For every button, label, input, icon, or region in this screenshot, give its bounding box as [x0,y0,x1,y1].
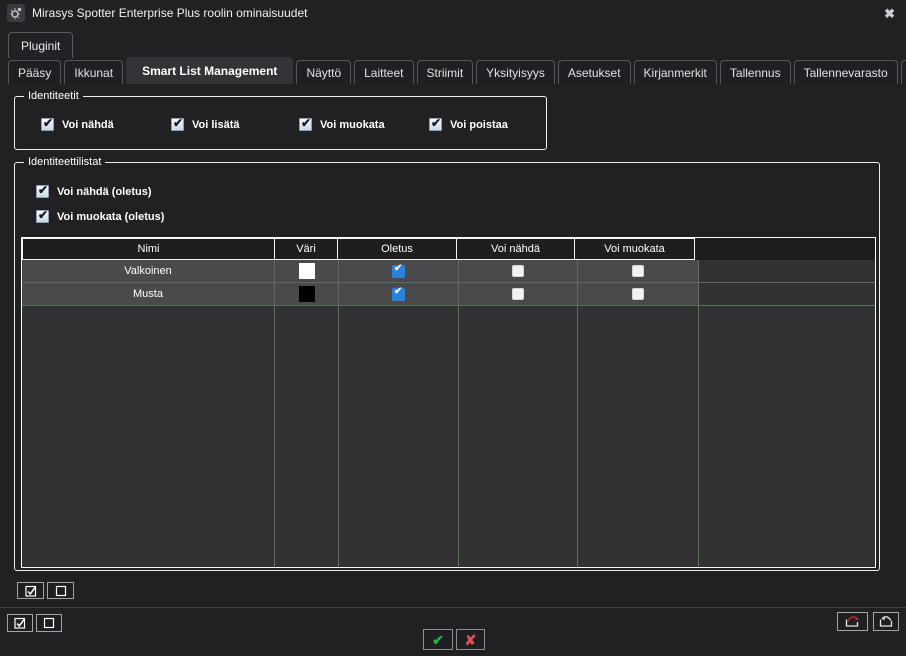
title-bar: Mirasys Spotter Enterprise Plus roolin o… [0,0,906,26]
default-cell: ✔ [339,283,459,305]
color-cell [275,260,339,282]
checkbox-voi-muokata-oletus[interactable]: ✔ Voi muokata (oletus) [36,210,164,223]
tab-smart-list-management[interactable]: Smart List Management [126,57,293,84]
undo-arrow-box-icon [878,615,894,628]
tab-tallennevarasto[interactable]: Tallennevarasto [794,60,898,84]
undo-button[interactable] [873,612,899,631]
checked-checkbox-icon: ✔ [429,118,442,131]
tab-pluginit-label: Pluginit [21,39,60,53]
name-cell: Musta [22,283,275,305]
checkbox-voi-muokata[interactable]: ✔ Voi muokata [299,118,385,131]
ok-button[interactable]: ✔ [423,629,453,650]
checked-checkbox-icon: ✔ [299,118,312,131]
table-clear-all-button[interactable] [47,582,74,599]
can-edit-checkbox-unchecked[interactable] [632,265,644,277]
checkbox-voi-poistaa[interactable]: ✔ Voi poistaa [429,118,508,131]
table-select-all-button[interactable] [17,582,44,599]
can-see-cell [459,283,578,305]
table-row-valkoinen[interactable]: Valkoinen ✔ [22,260,875,283]
column-header-nimi: Nimi [22,238,275,260]
can-edit-cell [578,283,699,305]
default-checkbox-checked[interactable]: ✔ [392,288,405,301]
tab-tallennus[interactable]: Tallennus [720,60,791,84]
row-filler [699,260,875,282]
identity-list-table: Nimi Väri Oletus Voi nähdä Voi muokata V… [21,237,876,568]
empty-box-icon [43,617,55,629]
page-clear-all-button[interactable] [36,614,62,632]
tab-ikkunat[interactable]: Ikkunat [64,60,123,84]
column-header-voi-muokata: Voi muokata [574,238,695,260]
can-edit-checkbox-unchecked[interactable] [632,288,644,300]
x-icon: ✘ [465,633,477,647]
table-header-row: Nimi Väri Oletus Voi nähdä Voi muokata [22,238,875,260]
tab-tapahtumaraportti[interactable]: Tapahtumaraportti [901,60,906,84]
identities-legend: Identiteetit [24,89,83,103]
identities-groupbox: Identiteetit ✔ Voi nähdä ✔ Voi lisätä ✔ … [14,96,547,150]
checked-checkbox-icon: ✔ [171,118,184,131]
table-empty-area [22,306,875,567]
can-see-checkbox-unchecked[interactable] [512,265,524,277]
tab-yksityisyys[interactable]: Yksityisyys [476,60,555,84]
tab-striimit[interactable]: Striimit [417,60,474,84]
column-header-vari: Väri [274,238,338,260]
redo-arrow-box-icon [844,615,861,628]
checked-box-icon [14,617,26,629]
plugin-tab-strip: Pääsy Ikkunat Smart List Management Näyt… [8,58,906,84]
cancel-button[interactable]: ✘ [456,629,485,650]
default-checkbox-checked[interactable]: ✔ [392,265,405,278]
checked-box-icon [25,585,37,597]
close-icon[interactable]: ✖ [880,5,899,22]
column-header-oletus: Oletus [337,238,457,260]
checkbox-voi-nahda-oletus[interactable]: ✔ Voi nähdä (oletus) [36,185,152,198]
can-edit-cell [578,260,699,282]
color-cell [275,283,339,305]
footer-divider [0,607,906,608]
tab-laitteet[interactable]: Laitteet [354,60,413,84]
page-select-all-button[interactable] [7,614,33,632]
empty-box-icon [55,585,67,597]
redo-button[interactable] [837,612,868,631]
name-cell: Valkoinen [22,260,275,282]
table-row-musta[interactable]: Musta ✔ [22,283,875,306]
color-swatch[interactable] [299,286,315,302]
checked-checkbox-icon: ✔ [36,210,49,223]
checkbox-voi-nahda[interactable]: ✔ Voi nähdä [41,118,114,131]
gear-icon [7,4,25,22]
tab-kirjanmerkit[interactable]: Kirjanmerkit [634,60,717,84]
tab-paasy[interactable]: Pääsy [8,60,61,84]
default-cell: ✔ [339,260,459,282]
color-swatch[interactable] [299,263,315,279]
check-icon: ✔ [432,633,444,647]
can-see-cell [459,260,578,282]
role-properties-dialog: Mirasys Spotter Enterprise Plus roolin o… [0,0,906,656]
identity-lists-groupbox: Identiteettilistat ✔ Voi nähdä (oletus) … [14,162,880,571]
column-header-voi-nahda: Voi nähdä [456,238,575,260]
tab-pluginit[interactable]: Pluginit [8,32,73,58]
checkbox-voi-lisata[interactable]: ✔ Voi lisätä [171,118,239,131]
checked-checkbox-icon: ✔ [36,185,49,198]
window-title: Mirasys Spotter Enterprise Plus roolin o… [32,6,307,20]
identity-lists-legend: Identiteettilistat [24,155,105,169]
can-see-checkbox-unchecked[interactable] [512,288,524,300]
tab-asetukset[interactable]: Asetukset [558,60,631,84]
tab-naytto[interactable]: Näyttö [296,60,351,84]
checked-checkbox-icon: ✔ [41,118,54,131]
row-filler [699,283,875,305]
